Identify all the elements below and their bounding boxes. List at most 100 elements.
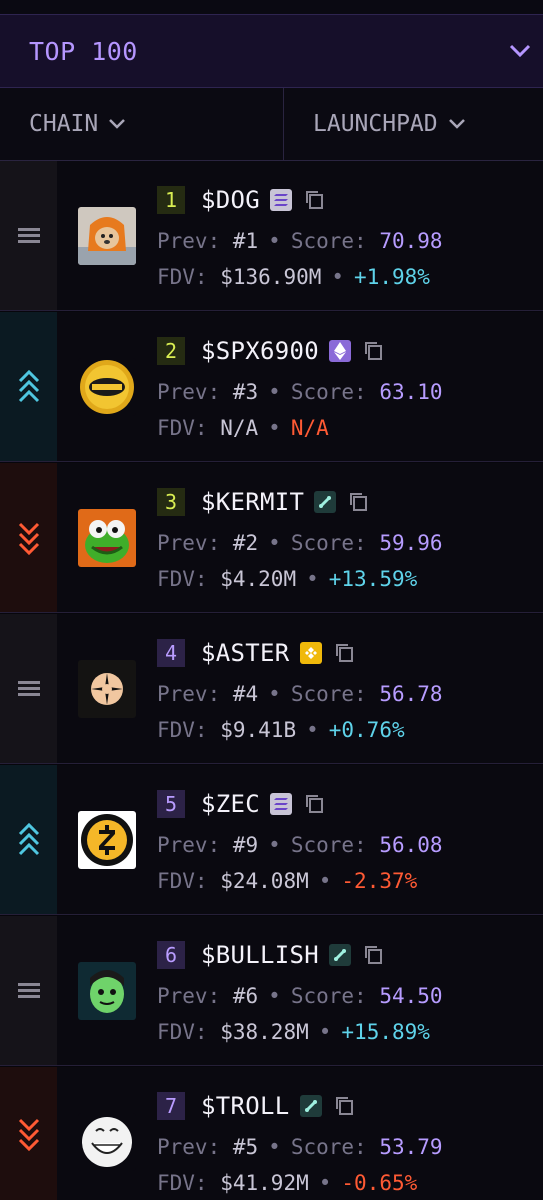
token-ticker[interactable]: $KERMIT: [201, 488, 304, 516]
copy-icon[interactable]: [334, 642, 356, 664]
rank-unchanged-icon: [0, 614, 57, 763]
score-value: 70.98: [379, 229, 443, 253]
separator: •: [306, 718, 319, 742]
prev-rank: #2: [232, 531, 259, 555]
change-value: +13.59%: [328, 567, 418, 591]
rank-badge: 1: [157, 186, 185, 214]
prev-score-line: Prev: #1 • Score: 70.98: [157, 229, 443, 253]
prev-score-line: Prev: #6 • Score: 54.50: [157, 984, 443, 1008]
launchpad-filter-dropdown[interactable]: LAUNCHPAD: [284, 88, 543, 160]
separator: •: [331, 265, 345, 289]
fdv-label: FDV:: [157, 265, 208, 289]
token-ticker[interactable]: $DOG: [201, 186, 260, 214]
prev-label: Prev:: [157, 833, 221, 857]
chain-filter-label: CHAIN: [29, 111, 99, 137]
prev-label: Prev:: [157, 229, 221, 253]
token-avatar-spx6900: [78, 358, 136, 416]
token-avatar-dog: [78, 207, 136, 265]
token-row-troll[interactable]: 7 $TROLL Prev: #5 • Score: 53.79 FDV: $41.…: [0, 1067, 543, 1200]
rank-down-icon: [0, 463, 57, 612]
separator: •: [268, 1135, 281, 1159]
score-value: 54.50: [379, 984, 443, 1008]
fdv-value: $38.28M: [220, 1020, 309, 1044]
fdv-value: $4.20M: [220, 567, 297, 591]
token-ticker[interactable]: $TROLL: [201, 1092, 290, 1120]
hyperliquid-icon: [299, 1095, 322, 1117]
filter-bar: CHAIN LAUNCHPAD: [0, 88, 543, 161]
top100-select[interactable]: TOP 100: [0, 14, 543, 88]
prev-score-line: Prev: #3 • Score: 63.10: [157, 380, 443, 404]
launchpad-filter-label: LAUNCHPAD: [313, 111, 438, 137]
token-row-bullish[interactable]: 6 $BULLISH Prev: #6 • Score: 54.50 FDV: $3…: [0, 916, 543, 1066]
rank-badge: 2: [157, 337, 185, 365]
copy-icon[interactable]: [363, 944, 385, 966]
prev-label: Prev:: [157, 984, 221, 1008]
chevron-down-icon: [509, 44, 531, 58]
prev-score-line: Prev: #4 • Score: 56.78: [157, 682, 443, 706]
separator: •: [268, 682, 281, 706]
change-value: +1.98%: [354, 265, 430, 289]
token-row-spx6900[interactable]: 2 $SPX6900 Prev: #3 • Score: 63.10 FDV: N/…: [0, 312, 543, 462]
token-avatar-zec: [78, 811, 136, 869]
score-label: Score:: [290, 380, 367, 404]
bnb-icon: [299, 642, 322, 664]
rank-up-icon: [0, 312, 57, 461]
rank-badge: 3: [157, 488, 185, 516]
fdv-value: $9.41B: [220, 718, 297, 742]
rank-down-icon: [0, 1067, 57, 1200]
token-ticker[interactable]: $BULLISH: [201, 941, 319, 969]
token-row-kermit[interactable]: 3 $KERMIT Prev: #2 • Score: 59.96 FDV: $4.…: [0, 463, 543, 613]
rank-unchanged-icon: [0, 161, 57, 310]
score-label: Score:: [290, 531, 367, 555]
hyperliquid-icon: [314, 491, 337, 513]
prev-rank: #1: [232, 229, 259, 253]
solana-icon: [270, 793, 292, 815]
score-value: 63.10: [379, 380, 443, 404]
change-value: -0.65%: [341, 1171, 418, 1195]
fdv-value: $41.92M: [220, 1171, 309, 1195]
fdv-line: FDV: $136.90M • +1.98%: [157, 265, 430, 289]
hyperliquid-icon: [329, 944, 351, 966]
copy-icon[interactable]: [304, 189, 326, 211]
fdv-line: FDV: $38.28M • +15.89%: [157, 1020, 430, 1044]
score-label: Score:: [290, 833, 367, 857]
prev-label: Prev:: [157, 1135, 221, 1159]
fdv-value: $136.90M: [220, 265, 322, 289]
rank-badge: 4: [157, 639, 185, 667]
separator: •: [318, 869, 332, 893]
prev-score-line: Prev: #9 • Score: 56.08: [157, 833, 443, 857]
token-avatar-troll: [78, 1113, 136, 1171]
fdv-line: FDV: $4.20M • +13.59%: [157, 567, 417, 591]
score-value: 53.79: [379, 1135, 443, 1159]
fdv-label: FDV:: [157, 869, 208, 893]
fdv-label: FDV:: [157, 1171, 208, 1195]
chevron-down-icon: [448, 118, 466, 130]
token-row-dog[interactable]: 1 $DOG Prev: #1 • Score: 70.98 FDV: $136.9…: [0, 161, 543, 311]
token-row-zec[interactable]: 5 $ZEC Prev: #9 • Score: 56.08 FDV: $24.08…: [0, 765, 543, 915]
copy-icon[interactable]: [363, 340, 385, 362]
fdv-line: FDV: $9.41B • +0.76%: [157, 718, 405, 742]
copy-icon[interactable]: [304, 793, 326, 815]
separator: •: [318, 1020, 332, 1044]
token-avatar-kermit: [78, 509, 136, 567]
fdv-label: FDV:: [157, 567, 208, 591]
separator: •: [318, 1171, 332, 1195]
chain-filter-dropdown[interactable]: CHAIN: [0, 88, 284, 160]
token-ticker[interactable]: $ASTER: [201, 639, 290, 667]
rank-unchanged-icon: [0, 916, 57, 1065]
prev-rank: #3: [232, 380, 259, 404]
fdv-line: FDV: $41.92M • -0.65%: [157, 1171, 417, 1195]
token-row-aster[interactable]: 4 $ASTER Prev: #4 • Score: 56.78 FDV: $9.4…: [0, 614, 543, 764]
separator: •: [268, 833, 281, 857]
token-ticker[interactable]: $SPX6900: [201, 337, 319, 365]
copy-icon[interactable]: [348, 491, 370, 513]
prev-label: Prev:: [157, 531, 221, 555]
separator: •: [268, 984, 281, 1008]
top100-select-label: TOP 100: [29, 36, 138, 66]
fdv-value: N/A: [220, 416, 259, 440]
prev-score-line: Prev: #2 • Score: 59.96: [157, 531, 443, 555]
fdv-line: FDV: $24.08M • -2.37%: [157, 869, 417, 893]
prev-rank: #6: [232, 984, 259, 1008]
token-ticker[interactable]: $ZEC: [201, 790, 260, 818]
copy-icon[interactable]: [334, 1095, 356, 1117]
